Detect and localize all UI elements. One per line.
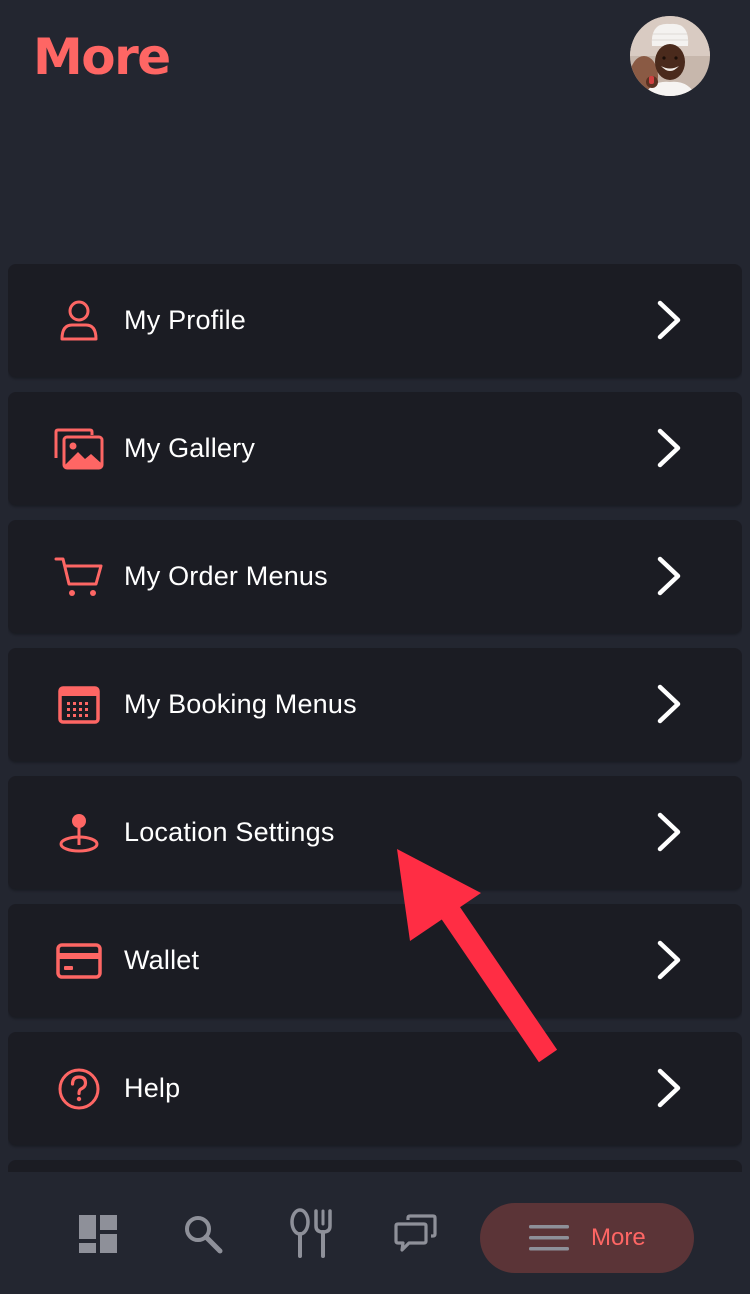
location-pin-icon <box>53 809 105 857</box>
menu-item-my-order-menus[interactable]: My Order Menus <box>8 520 742 633</box>
menu-item-wallet[interactable]: Wallet <box>8 904 742 1017</box>
menu-item-label: My Order Menus <box>124 561 328 591</box>
chevron-right-icon <box>657 684 681 724</box>
menu-item-label: Location Settings <box>124 817 335 847</box>
menu-item-my-gallery[interactable]: My Gallery <box>8 392 742 505</box>
nav-more-label: More <box>591 1224 646 1251</box>
cart-icon <box>53 553 105 601</box>
chef-avatar-photo <box>630 16 710 96</box>
menu-item-label: Wallet <box>124 945 200 975</box>
chevron-right-icon <box>657 300 681 340</box>
fork-spoon-icon <box>290 1208 332 1258</box>
menu-item-label: My Profile <box>124 305 247 335</box>
chevron-right-icon <box>657 1068 681 1108</box>
avatar[interactable] <box>630 16 710 96</box>
chat-icon <box>394 1214 437 1252</box>
search-icon <box>185 1216 223 1254</box>
dashboard-icon <box>79 1215 117 1253</box>
menu-item-label: My Booking Menus <box>124 689 357 719</box>
nav-chat-button[interactable] <box>386 1204 446 1264</box>
help-circle-icon <box>53 1065 105 1113</box>
hamburger-menu-icon <box>529 1225 569 1251</box>
menu-item-partial[interactable] <box>8 1160 742 1172</box>
menu-item-my-profile[interactable]: My Profile <box>8 264 742 377</box>
chevron-right-icon <box>657 556 681 596</box>
more-screen: More My Profile My Gallery My Order Menu… <box>0 0 750 1294</box>
menu-item-location-settings[interactable]: Location Settings <box>8 776 742 889</box>
nav-search-button[interactable] <box>173 1204 233 1264</box>
nav-more-button[interactable]: More <box>480 1203 694 1273</box>
page-title: More <box>33 28 171 86</box>
credit-card-icon <box>53 937 105 985</box>
header: More <box>0 0 750 120</box>
chevron-right-icon <box>657 940 681 980</box>
nav-menu-button[interactable] <box>280 1204 340 1264</box>
menu-item-my-booking-menus[interactable]: My Booking Menus <box>8 648 742 761</box>
menu-item-label: My Gallery <box>124 433 256 463</box>
bottom-nav: More <box>0 1172 750 1294</box>
menu-list: My Profile My Gallery My Order Menus My … <box>8 264 742 1172</box>
menu-item-help[interactable]: Help <box>8 1032 742 1145</box>
calendar-icon <box>53 681 105 729</box>
gallery-icon <box>53 425 105 473</box>
chevron-right-icon <box>657 812 681 852</box>
nav-dashboard-button[interactable] <box>68 1204 128 1264</box>
person-icon <box>53 297 105 345</box>
chevron-right-icon <box>657 428 681 468</box>
menu-item-label: Help <box>124 1073 181 1103</box>
